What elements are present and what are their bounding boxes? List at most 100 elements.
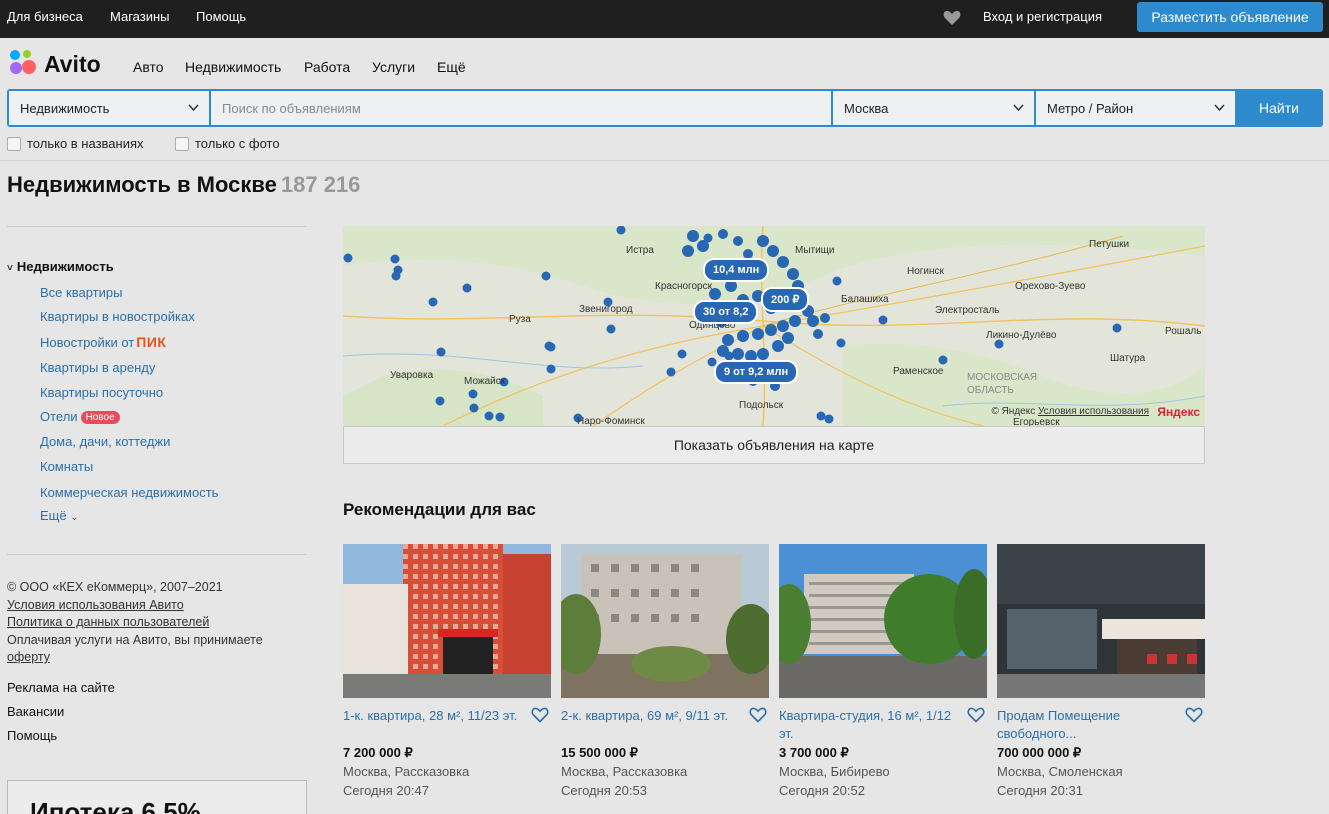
shops-link[interactable]: Магазины (110, 9, 170, 24)
only-photo-checkbox[interactable]: только с фото (175, 136, 280, 151)
only-titles-checkbox[interactable]: только в названиях (7, 136, 144, 151)
sidebar-item-houses[interactable]: Дома, дачи, коттеджи (40, 434, 170, 449)
listing-price: 15 500 000 ₽ (561, 745, 638, 760)
page-title-text: Недвижимость в Москве (7, 172, 277, 197)
map-city-label: Подольск (739, 400, 784, 411)
results-count: 187 216 (280, 172, 361, 197)
map-terms-link[interactable]: Условия использования (1038, 406, 1149, 417)
sidebar-item-all-apartments[interactable]: Все квартиры (40, 285, 122, 300)
map-city-label: Звенигород (579, 304, 633, 315)
recommendations-heading: Рекомендации для вас (343, 500, 536, 519)
nav-auto[interactable]: Авто (133, 59, 164, 75)
caret-down-icon: ˅ (7, 263, 13, 274)
map-city-label: Уваровка (390, 370, 434, 381)
listing-time: Сегодня 20:53 (561, 783, 647, 798)
listing-time: Сегодня 20:31 (997, 783, 1083, 798)
search-submit-button[interactable]: Найти (1237, 91, 1321, 125)
map-city-label: Наро-Фоминск (577, 416, 645, 426)
listing-price: 700 000 000 ₽ (997, 745, 1082, 760)
help-link[interactable]: Помощь (196, 9, 246, 24)
sidebar-category-heading[interactable]: ˅ Недвижимость (7, 259, 114, 274)
listing-card[interactable]: 2-к. квартира, 69 м², 9/11 эт. 15 500 00… (561, 544, 769, 804)
map-cluster-marker[interactable]: 200 ₽ (761, 287, 810, 312)
nav-realty[interactable]: Недвижимость (185, 59, 281, 75)
map-city-label: Орехово-Зуево (1015, 281, 1086, 292)
listing-card[interactable]: 1-к. квартира, 28 м², 11/23 эт. 7 200 00… (343, 544, 551, 804)
listing-photo[interactable] (779, 544, 987, 698)
listing-title[interactable]: 2-к. квартира, 69 м², 9/11 эт. (561, 707, 743, 725)
chevron-down-icon: ⌄ (70, 512, 79, 523)
listing-time: Сегодня 20:47 (343, 783, 429, 798)
map-cluster-marker[interactable]: 30 от 8,2 (693, 300, 759, 324)
map-city-label: Рошаль (1165, 326, 1202, 337)
map-city-label: Руза (509, 314, 531, 325)
for-business-link[interactable]: Для бизнеса (7, 9, 83, 24)
listing-location: Москва, Бибирево (779, 764, 890, 779)
city-select[interactable]: Москва (833, 91, 1034, 125)
promo-text: Ипотека 6,5% (30, 797, 201, 814)
checkbox-box[interactable] (7, 137, 21, 151)
chevron-down-icon (188, 104, 199, 112)
sidebar-item-commercial[interactable]: Коммерческая недвижимость (40, 485, 218, 500)
sidebar-item-pik[interactable]: Новостройки от ПИК (40, 334, 166, 350)
favorite-heart-icon[interactable] (967, 707, 985, 723)
sidebar-item-hotels[interactable]: Отели Новое (40, 409, 120, 424)
chevron-down-icon (1013, 104, 1024, 112)
privacy-link[interactable]: Политика о данных пользователей (7, 615, 209, 629)
map-city-label: Ногинск (907, 266, 944, 277)
pay-note: Оплачивая услуги на Авито, вы принимаете (7, 632, 263, 647)
pik-logo: ПИК (136, 334, 167, 350)
nav-services[interactable]: Услуги (372, 59, 415, 75)
login-link[interactable]: Вход и регистрация (983, 9, 1102, 24)
footer-help-link[interactable]: Помощь (7, 728, 57, 743)
listings-map[interactable]: Истра Красногорск Звенигород Руза Одинцо… (343, 226, 1205, 426)
map-cluster-marker[interactable]: 10,4 млн (703, 258, 770, 282)
show-on-map-button[interactable]: Показать объявления на карте (343, 426, 1205, 464)
sidebar-divider (7, 226, 307, 227)
sidebar-item-label: Новостройки от (40, 335, 135, 350)
ads-link[interactable]: Реклама на сайте (7, 680, 115, 695)
map-city-label: Истра (626, 245, 654, 256)
sidebar-item-rooms[interactable]: Комнаты (40, 459, 93, 474)
favorite-heart-icon[interactable] (749, 707, 767, 723)
offer-link[interactable]: оферту (7, 650, 50, 664)
listing-title[interactable]: 1-к. квартира, 28 м², 11/23 эт. (343, 707, 525, 725)
sidebar-divider (7, 554, 307, 555)
search-input[interactable] (211, 91, 831, 125)
mortgage-promo-banner[interactable]: Ипотека 6,5% (7, 780, 307, 814)
favorite-heart-icon[interactable] (1185, 707, 1203, 723)
listing-location: Москва, Смоленская (997, 764, 1123, 779)
avito-logo[interactable]: Avito (8, 48, 118, 80)
checkbox-box[interactable] (175, 137, 189, 151)
listing-title[interactable]: Квартира-студия, 16 м², 1/12 эт. (779, 707, 961, 743)
sidebar-item-rent[interactable]: Квартиры в аренду (40, 360, 155, 375)
metro-select[interactable]: Метро / Район (1036, 91, 1235, 125)
listing-photo[interactable] (997, 544, 1205, 698)
sidebar-item-more[interactable]: Ещё ⌄ (40, 508, 79, 523)
map-city-label: Красногорск (655, 281, 712, 292)
listing-card[interactable]: Продам Помещение свободного... 700 000 0… (997, 544, 1205, 804)
category-select-value: Недвижимость (20, 101, 110, 116)
listing-title[interactable]: Продам Помещение свободного... (997, 707, 1179, 743)
category-select[interactable]: Недвижимость (9, 91, 209, 125)
jobs-link[interactable]: Вакансии (7, 704, 64, 719)
listing-price: 7 200 000 ₽ (343, 745, 413, 760)
nav-more[interactable]: Ещё (437, 59, 466, 75)
nav-job[interactable]: Работа (304, 59, 350, 75)
map-city-label: Мытищи (795, 245, 835, 256)
yandex-logo[interactable]: Яндекс (1157, 405, 1200, 419)
listing-card[interactable]: Квартира-студия, 16 м², 1/12 эт. 3 700 0… (779, 544, 987, 804)
sidebar-item-label: Отели (40, 409, 78, 424)
map-cluster-marker[interactable]: 9 от 9,2 млн (714, 360, 799, 384)
footer-info: © ООО «КЕХ еКоммерц», 2007–2021 Условия … (7, 579, 263, 667)
listing-photo[interactable] (343, 544, 551, 698)
sidebar-item-new-buildings[interactable]: Квартиры в новостройках (40, 309, 195, 324)
listing-photo[interactable] (561, 544, 769, 698)
favorite-heart-icon[interactable] (531, 707, 549, 723)
favorites-heart-icon[interactable] (943, 10, 961, 26)
post-ad-button[interactable]: Разместить объявление (1137, 2, 1323, 32)
sidebar-item-daily[interactable]: Квартиры посуточно (40, 385, 163, 400)
search-bar: Недвижимость Москва Метро / Район Найти (7, 89, 1323, 127)
map-city-label: Егорьевск (1013, 417, 1060, 426)
terms-link[interactable]: Условия использования Авито (7, 598, 184, 612)
